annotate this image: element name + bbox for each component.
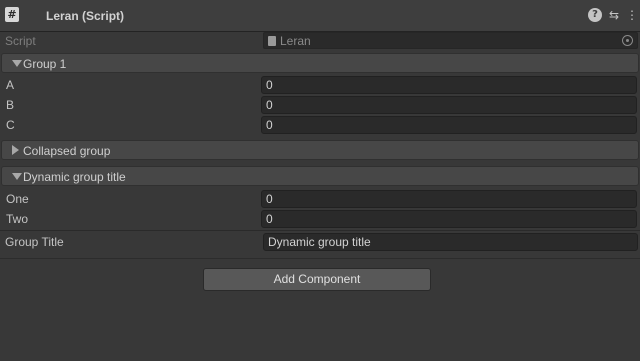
script-icon: #	[5, 7, 19, 22]
script-field-value: Leran	[280, 34, 311, 48]
field-input-one[interactable]: 0	[261, 190, 637, 208]
expanded-arrow-icon	[12, 60, 22, 67]
field-label-two: Two	[6, 212, 29, 226]
field-input-b[interactable]: 0	[261, 96, 637, 114]
script-label: Script	[5, 34, 36, 48]
group-header-group-1[interactable]: Group 1	[1, 53, 639, 73]
component-divider	[0, 258, 640, 259]
presets-icon[interactable]: ⇆	[607, 8, 621, 22]
field-input-a[interactable]: 0	[261, 76, 637, 94]
group-title-label: Group Title	[5, 235, 64, 249]
script-field[interactable]: Leran	[263, 32, 638, 49]
group-title-input[interactable]: Dynamic group title	[263, 233, 638, 251]
script-file-icon	[268, 36, 276, 46]
field-input-two[interactable]: 0	[261, 210, 637, 228]
field-label-c: C	[6, 118, 15, 132]
help-icon[interactable]: ?	[588, 8, 602, 22]
group-title: Group 1	[23, 57, 67, 71]
field-label-one: One	[6, 192, 29, 206]
context-menu-icon[interactable]: ⋮	[626, 8, 638, 22]
add-component-button[interactable]: Add Component	[203, 268, 431, 291]
field-label-b: B	[6, 98, 15, 112]
group-title: Dynamic group title	[23, 170, 126, 184]
field-label-a: A	[6, 78, 15, 92]
collapsed-arrow-icon	[12, 145, 19, 155]
component-title: Leran (Script)	[46, 9, 125, 23]
field-input-c[interactable]: 0	[261, 116, 637, 134]
group-header-dynamic[interactable]: Dynamic group title	[1, 166, 639, 186]
object-picker-icon[interactable]	[622, 35, 633, 46]
expanded-arrow-icon	[12, 173, 22, 180]
group-header-collapsed[interactable]: Collapsed group	[1, 140, 639, 160]
group-title: Collapsed group	[23, 144, 111, 158]
group-divider	[0, 230, 640, 231]
